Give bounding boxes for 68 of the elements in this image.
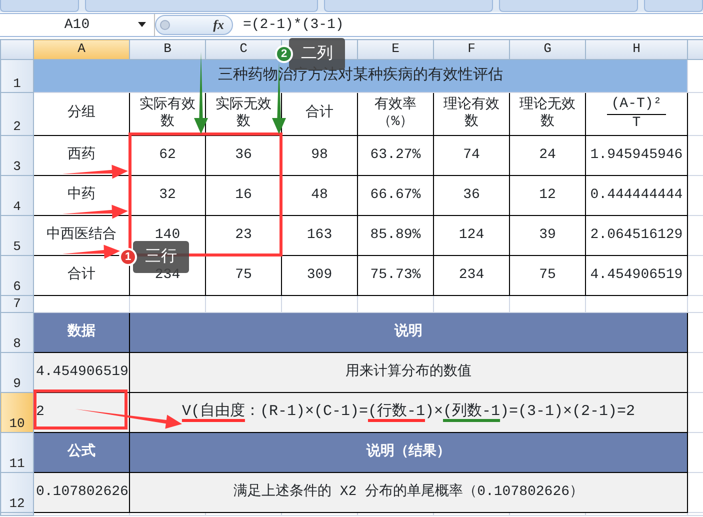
table-cell: 163 — [282, 216, 358, 256]
callout-tooltip: 三行 — [133, 241, 189, 273]
table-cell: 用来计算分布的数值 — [130, 352, 688, 393]
column-header[interactable]: E — [358, 40, 434, 60]
table-cell: 234 — [434, 256, 510, 296]
row-header[interactable]: 10 — [0, 392, 34, 433]
column-heading: 分组 — [34, 92, 130, 136]
row-header[interactable]: 8 — [0, 312, 34, 353]
table-cell: 39 — [510, 216, 586, 256]
table-cell: 66.67% — [358, 176, 434, 216]
column-heading: 说明（结果） — [130, 432, 688, 473]
row-header[interactable]: 5 — [0, 216, 34, 256]
row-header[interactable]: 9 — [0, 352, 34, 393]
arrow — [62, 204, 128, 219]
grip-icon — [160, 20, 170, 30]
table-cell: 62 — [130, 136, 206, 176]
column-header[interactable]: B — [130, 40, 206, 60]
arrow — [62, 164, 128, 179]
table-cell: 2.064516129 — [586, 216, 688, 256]
row-header[interactable]: 6 — [0, 256, 34, 296]
table-cell: 12 — [510, 176, 586, 216]
table-cell: 0.444444444 — [586, 176, 688, 216]
formula-text: =(2-1)*(3-1) — [243, 16, 344, 34]
column-header[interactable]: A — [34, 40, 130, 60]
table-cell: 32 — [130, 176, 206, 216]
row-header[interactable]: 11 — [0, 432, 34, 473]
row-header[interactable]: 3 — [0, 136, 34, 176]
column-header[interactable]: H — [586, 40, 688, 60]
table-cell: 48 — [282, 176, 358, 216]
column-heading: 理论有效数 — [434, 92, 510, 136]
name-box[interactable]: A10 — [0, 14, 155, 36]
row-header[interactable]: 2 — [0, 92, 34, 136]
callout-tooltip: 二列 — [289, 38, 345, 70]
column-header[interactable]: C — [206, 40, 282, 60]
table-cell: 85.89% — [358, 216, 434, 256]
row-header[interactable]: 1 — [0, 60, 34, 92]
arrow — [62, 244, 120, 259]
fraction-numerator: (A-T)² — [607, 96, 666, 114]
insert-function-button[interactable]: fx — [213, 15, 224, 35]
row-header[interactable]: 12 — [0, 472, 34, 513]
table-cell: 75 — [510, 256, 586, 296]
table-cell: 74 — [434, 136, 510, 176]
table-cell: 124 — [434, 216, 510, 256]
table-cell: 满足上述条件的 Χ2 分布的单尾概率（0.107802626） — [130, 472, 688, 513]
cell-reference: A10 — [64, 16, 90, 34]
table-cell: 63.27% — [358, 136, 434, 176]
column-heading: 有效率（%） — [358, 92, 434, 136]
table-cell: 98 — [282, 136, 358, 176]
table-cell: 1.945945946 — [586, 136, 688, 176]
table-cell: 24 — [510, 136, 586, 176]
row-header[interactable]: 4 — [0, 176, 34, 216]
column-heading: 理论无效数 — [510, 92, 586, 136]
table-cell: 4.454906519 — [586, 256, 688, 296]
table-cell: 75 — [206, 256, 282, 296]
column-header[interactable]: G — [510, 40, 586, 60]
fraction-denominator: T — [632, 114, 641, 130]
column-header[interactable]: F — [434, 40, 510, 60]
column-heading: 数据 — [34, 312, 130, 353]
table-cell: 309 — [282, 256, 358, 296]
column-heading: 公式 — [34, 432, 130, 473]
table-cell: V(自由度：(R-1)×(C-1)=(行数-1)×(列数-1)=(3-1)×(2-1)=2 — [182, 403, 636, 420]
column-heading: 说明 — [130, 312, 688, 353]
table-cell: 75.73% — [358, 256, 434, 296]
table-cell: 0.107802626 — [34, 472, 130, 513]
table-cell: 36 — [434, 176, 510, 216]
dropdown-caret-icon[interactable] — [138, 22, 146, 27]
number-badge: 1 — [119, 248, 137, 266]
row-header[interactable]: 7 — [0, 296, 34, 313]
